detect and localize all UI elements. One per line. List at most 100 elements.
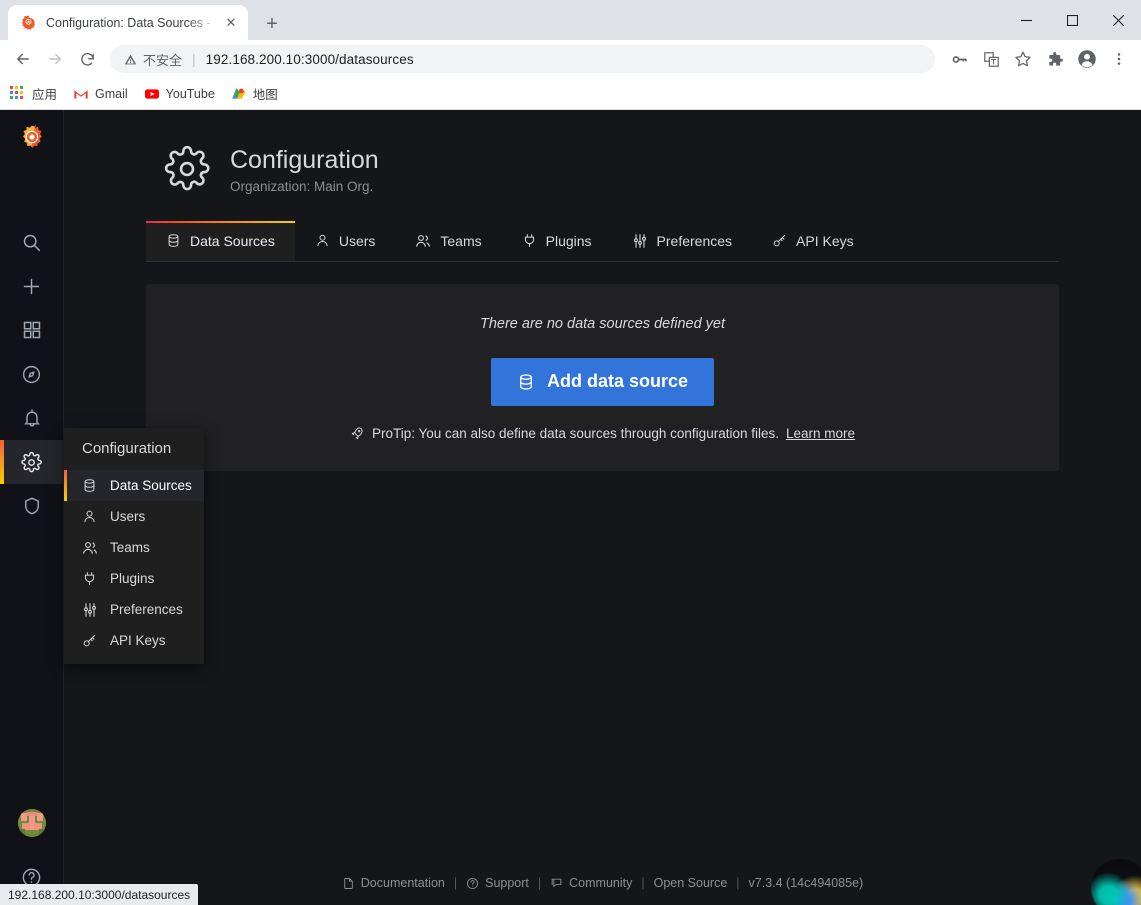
database-icon bbox=[517, 373, 535, 391]
footer-support-link[interactable]: Support bbox=[466, 876, 529, 890]
gmail-icon bbox=[73, 86, 89, 102]
flyout-item-users[interactable]: Users bbox=[64, 501, 204, 532]
extensions-icon[interactable] bbox=[1041, 45, 1069, 73]
user-icon bbox=[82, 509, 100, 524]
add-data-source-button[interactable]: Add data source bbox=[490, 357, 715, 406]
key-icon bbox=[772, 233, 787, 248]
sidebar-item-search[interactable] bbox=[0, 220, 64, 264]
close-tab-icon[interactable]: ✕ bbox=[222, 14, 240, 32]
not-secure-label: 不安全 bbox=[143, 52, 183, 68]
learn-more-link[interactable]: Learn more bbox=[786, 426, 855, 441]
grafana-app: Configuration Organization: Main Org. Da… bbox=[0, 110, 1141, 905]
bookmark-apps[interactable]: 应用 bbox=[10, 84, 57, 103]
footer-open-source-link[interactable]: Open Source bbox=[654, 876, 728, 890]
flyout-item-plugins[interactable]: Plugins bbox=[64, 563, 204, 594]
browser-tab[interactable]: Configuration: Data Sources - ✕ bbox=[8, 5, 248, 40]
empty-state-message: There are no data sources defined yet bbox=[479, 315, 726, 332]
more-menu-icon[interactable] bbox=[1105, 45, 1133, 73]
footer-separator: | bbox=[537, 876, 542, 890]
back-arrow-icon[interactable] bbox=[8, 44, 38, 74]
flyout-item-label: Plugins bbox=[110, 571, 155, 586]
tab-label: Teams bbox=[440, 232, 482, 249]
bookmark-maps[interactable]: 地图 bbox=[231, 84, 278, 103]
add-data-source-label: Add data source bbox=[546, 371, 689, 392]
tab-users[interactable]: Users bbox=[295, 221, 396, 261]
url-bar[interactable]: 不安全 | 192.168.200.10:3000/datasources bbox=[110, 45, 935, 73]
database-icon bbox=[166, 233, 181, 248]
footer-documentation-link[interactable]: Documentation bbox=[342, 876, 445, 890]
url-text[interactable]: 192.168.200.10:3000/datasources bbox=[206, 52, 414, 67]
gear-icon bbox=[164, 145, 210, 192]
profile-icon[interactable] bbox=[1073, 45, 1101, 73]
user-avatar[interactable] bbox=[17, 809, 46, 837]
browser-toolbar: 不安全 | 192.168.200.10:3000/datasources bbox=[0, 40, 1141, 78]
page-header-text: Configuration Organization: Main Org. bbox=[230, 146, 379, 194]
apps-grid-icon bbox=[10, 85, 26, 102]
window-minimize-button[interactable] bbox=[1003, 0, 1049, 40]
key-icon bbox=[82, 633, 100, 648]
browser-titlebar: Configuration: Data Sources - ✕ + bbox=[0, 0, 1141, 40]
youtube-icon bbox=[144, 86, 160, 102]
flyout-item-label: Preferences bbox=[110, 602, 183, 617]
maps-icon bbox=[231, 86, 247, 102]
omnibox-separator: | bbox=[192, 51, 196, 67]
window-close-button[interactable] bbox=[1095, 0, 1141, 40]
tab-label: Data Sources bbox=[190, 232, 275, 249]
user-icon bbox=[315, 233, 330, 248]
sidebar-item-alerting[interactable] bbox=[0, 396, 64, 440]
flyout-item-teams[interactable]: Teams bbox=[64, 532, 204, 563]
page-title: Configuration bbox=[230, 146, 379, 174]
flyout-item-preferences[interactable]: Preferences bbox=[64, 594, 204, 625]
window-controls bbox=[1003, 0, 1141, 40]
doc-icon bbox=[342, 877, 355, 890]
footer-community-link[interactable]: Community bbox=[550, 876, 632, 890]
bookmark-youtube[interactable]: YouTube bbox=[144, 86, 215, 102]
tab-label: Users bbox=[338, 232, 376, 249]
page-tabs: Data Sources Users Teams Plugins Prefere… bbox=[146, 220, 1059, 262]
flyout-item-label: Users bbox=[110, 509, 146, 524]
translate-icon[interactable] bbox=[977, 45, 1005, 73]
bookmarks-bar: 应用 Gmail YouTube 地图 bbox=[0, 78, 1141, 110]
sidebar-item-explore[interactable] bbox=[0, 352, 64, 396]
sidebar-item-server-admin[interactable] bbox=[0, 484, 64, 528]
sidebar-item-configuration[interactable] bbox=[0, 440, 64, 484]
bookmark-label: Gmail bbox=[95, 86, 128, 101]
new-tab-button[interactable]: + bbox=[258, 10, 286, 38]
footer-label: Documentation bbox=[360, 876, 445, 890]
footer-label: Open Source bbox=[653, 876, 728, 890]
reload-icon[interactable] bbox=[72, 44, 102, 74]
plug-icon bbox=[522, 233, 537, 248]
key-icon[interactable] bbox=[945, 45, 973, 73]
footer-separator: | bbox=[641, 876, 645, 890]
tab-teams[interactable]: Teams bbox=[395, 221, 501, 261]
grafana-footer: Documentation | Support | Community | Op… bbox=[64, 861, 1141, 905]
flyout-item-api-keys[interactable]: API Keys bbox=[64, 625, 204, 656]
grafana-logo-icon[interactable] bbox=[0, 110, 64, 168]
flyout-item-data-sources[interactable]: Data Sources bbox=[64, 470, 204, 501]
flyout-item-label: Data Sources bbox=[110, 478, 192, 493]
grafana-sidebar bbox=[0, 110, 64, 905]
tab-plugins[interactable]: Plugins bbox=[502, 221, 612, 261]
sidebar-item-dashboards[interactable] bbox=[0, 308, 64, 352]
tab-preferences[interactable]: Preferences bbox=[612, 221, 752, 261]
question-circle-icon bbox=[466, 877, 479, 890]
datasources-empty-panel: There are no data sources defined yet Ad… bbox=[146, 283, 1059, 471]
plug-icon bbox=[82, 571, 100, 586]
sidebar-item-create[interactable] bbox=[0, 264, 64, 308]
not-secure-indicator[interactable]: 不安全 bbox=[124, 50, 182, 69]
star-icon[interactable] bbox=[1009, 45, 1037, 73]
tab-label: Preferences bbox=[656, 232, 733, 249]
bookmark-label: YouTube bbox=[165, 86, 215, 101]
tab-api-keys[interactable]: API Keys bbox=[752, 221, 874, 261]
tab-data-sources[interactable]: Data Sources bbox=[146, 220, 295, 261]
bookmark-gmail[interactable]: Gmail bbox=[73, 86, 128, 102]
window-maximize-button[interactable] bbox=[1049, 0, 1095, 40]
sliders-icon bbox=[632, 233, 648, 249]
browser-tab-title: Configuration: Data Sources - bbox=[46, 15, 211, 30]
grafana-main: Configuration Organization: Main Org. Da… bbox=[64, 110, 1141, 905]
forward-arrow-icon[interactable] bbox=[40, 44, 70, 74]
bookmark-label: 应用 bbox=[32, 88, 58, 102]
footer-version: v7.3.4 (14c494085e) bbox=[749, 876, 864, 890]
protip: ProTip: You can also define data sources… bbox=[166, 426, 1039, 441]
footer-separator: | bbox=[453, 876, 458, 890]
